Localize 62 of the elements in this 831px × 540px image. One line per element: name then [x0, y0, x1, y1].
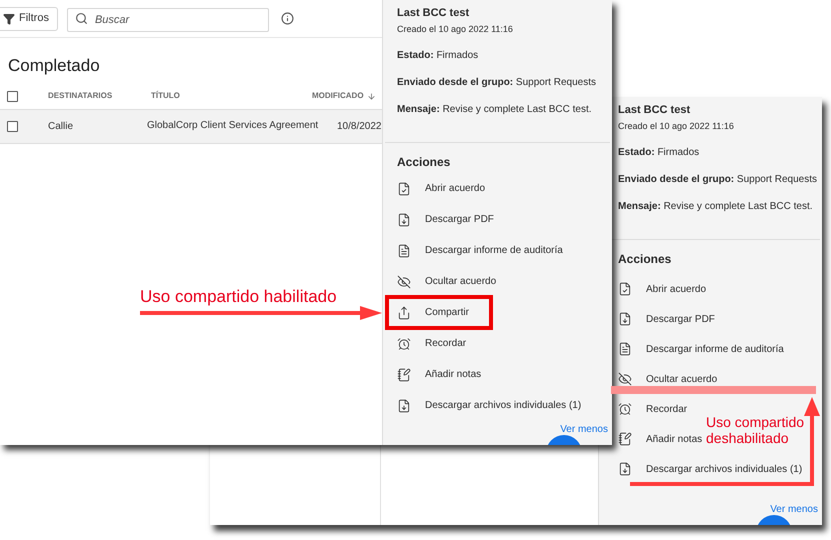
select-all-checkbox[interactable] — [7, 90, 18, 102]
detail-line: Estado: Firmados — [397, 49, 478, 63]
share-icon — [397, 306, 411, 320]
action-item[interactable]: Descargar archivos individuales (1) — [397, 390, 584, 421]
detail-line: Enviado desde el grupo: Support Requests — [397, 76, 596, 90]
file-download-icon — [618, 462, 632, 476]
action-item[interactable]: Compartir — [387, 297, 491, 328]
search-field[interactable]: Buscar — [66, 8, 269, 32]
table-cell-text: Callie — [48, 120, 74, 134]
action-item[interactable]: Añadir notas — [397, 359, 484, 390]
action-item[interactable]: Descargar informe de auditoría — [618, 338, 786, 360]
filter-icon — [3, 12, 15, 24]
column-header[interactable]: MODIFICADO — [312, 90, 376, 102]
table-row[interactable]: Callie GlobalCorp Client Services Agreement 10/8/2022 — [0, 110, 382, 144]
action-item[interactable]: Descargar informe de auditoría — [397, 235, 565, 266]
detail-line: Mensaje: Revise y complete Last BCC test. — [618, 200, 813, 214]
action-item[interactable]: Ocultar acuerdo — [618, 368, 720, 390]
created-date: Creado el 10 ago 2022 11:16 — [397, 22, 513, 36]
action-item[interactable]: Abrir acuerdo — [618, 278, 708, 300]
document-list-icon — [618, 342, 632, 356]
see-less-link[interactable]: Ver menos — [560, 422, 608, 437]
file-check-icon — [397, 182, 411, 196]
file-check-icon — [618, 282, 632, 296]
alarm-clock-icon — [397, 336, 411, 350]
detail-line: Mensaje: Revise y complete Last BCC test. — [397, 103, 592, 117]
search-icon — [74, 12, 88, 24]
annotation-text: Uso compartido habilitado — [140, 286, 337, 308]
action-item[interactable]: Descargar PDF — [618, 308, 717, 330]
alarm-clock-icon — [618, 402, 632, 416]
see-less-link[interactable]: Ver menos — [770, 502, 818, 517]
file-download-icon — [618, 312, 632, 326]
action-item[interactable]: Recordar — [397, 328, 468, 359]
filter-button[interactable]: Filtros — [0, 6, 58, 30]
action-item[interactable]: Descargar archivos individuales (1) — [618, 458, 804, 480]
annotation-text: Uso compartido deshabilitado — [706, 414, 806, 446]
sort-icon — [366, 92, 376, 100]
created-date: Creado el 10 ago 2022 11:16 — [618, 120, 734, 133]
table-cell-text: GlobalCorp Client Services Agreement — [147, 118, 320, 132]
eye-off-icon — [618, 372, 632, 386]
action-item[interactable]: Descargar PDF — [397, 204, 496, 235]
column-header[interactable]: DESTINATARIOS — [48, 90, 151, 102]
row-checkbox[interactable] — [7, 120, 18, 132]
actions-heading: Acciones — [397, 154, 450, 171]
table-cell-text: 10/8/2022 — [337, 120, 382, 134]
action-item[interactable]: Recordar — [618, 398, 690, 420]
detail-line: Estado: Firmados — [618, 146, 700, 160]
action-item[interactable]: Añadir notas — [618, 428, 704, 450]
actions-heading: Acciones — [618, 251, 672, 268]
info-icon[interactable] — [280, 12, 294, 25]
file-download-icon — [397, 398, 411, 412]
action-item[interactable]: Ocultar acuerdo — [397, 266, 498, 297]
column-header[interactable]: TÍTULO — [151, 90, 312, 102]
document-list-icon — [397, 244, 411, 258]
detail-line: Enviado desde el grupo: Support Requests — [618, 173, 817, 187]
file-download-icon — [397, 212, 411, 226]
action-item[interactable]: Abrir acuerdo — [397, 173, 488, 204]
eye-off-icon — [397, 274, 411, 288]
notes-icon — [618, 432, 632, 446]
page-title: Completado — [8, 55, 101, 77]
notes-icon — [397, 368, 411, 382]
agreement-title: Last BCC test — [618, 103, 690, 118]
agreement-title: Last BCC test — [397, 6, 470, 21]
